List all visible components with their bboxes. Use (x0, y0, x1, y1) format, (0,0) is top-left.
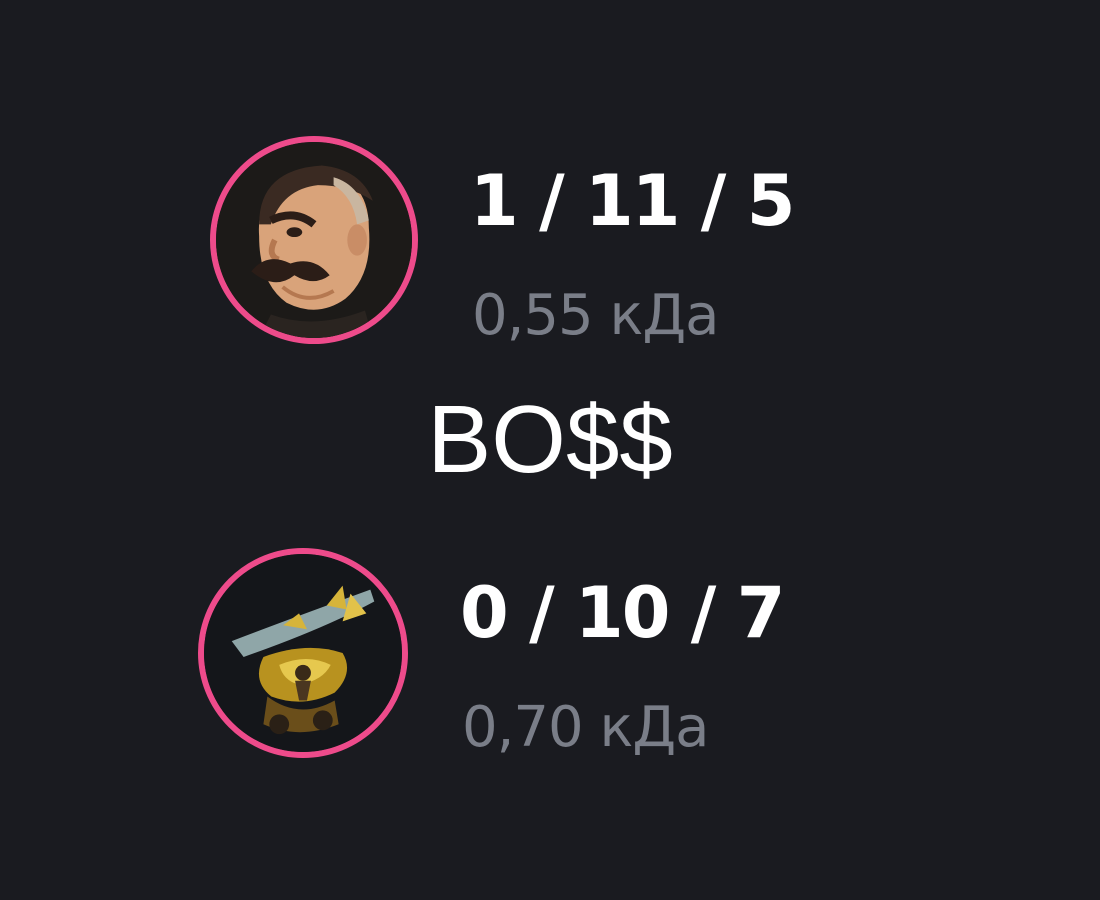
golden-vehicle-hero-portrait-icon (198, 548, 408, 758)
player-kda-ratio: 0,70 кДа (462, 695, 709, 760)
player-kda: 0 / 10 / 7 (460, 572, 785, 654)
mustached-hero-portrait-icon (210, 136, 418, 344)
player-kda-ratio: 0,55 кДа (472, 283, 719, 348)
player-kda: 1 / 11 / 5 (470, 160, 795, 242)
boss-caption: BO$$ (427, 386, 673, 493)
